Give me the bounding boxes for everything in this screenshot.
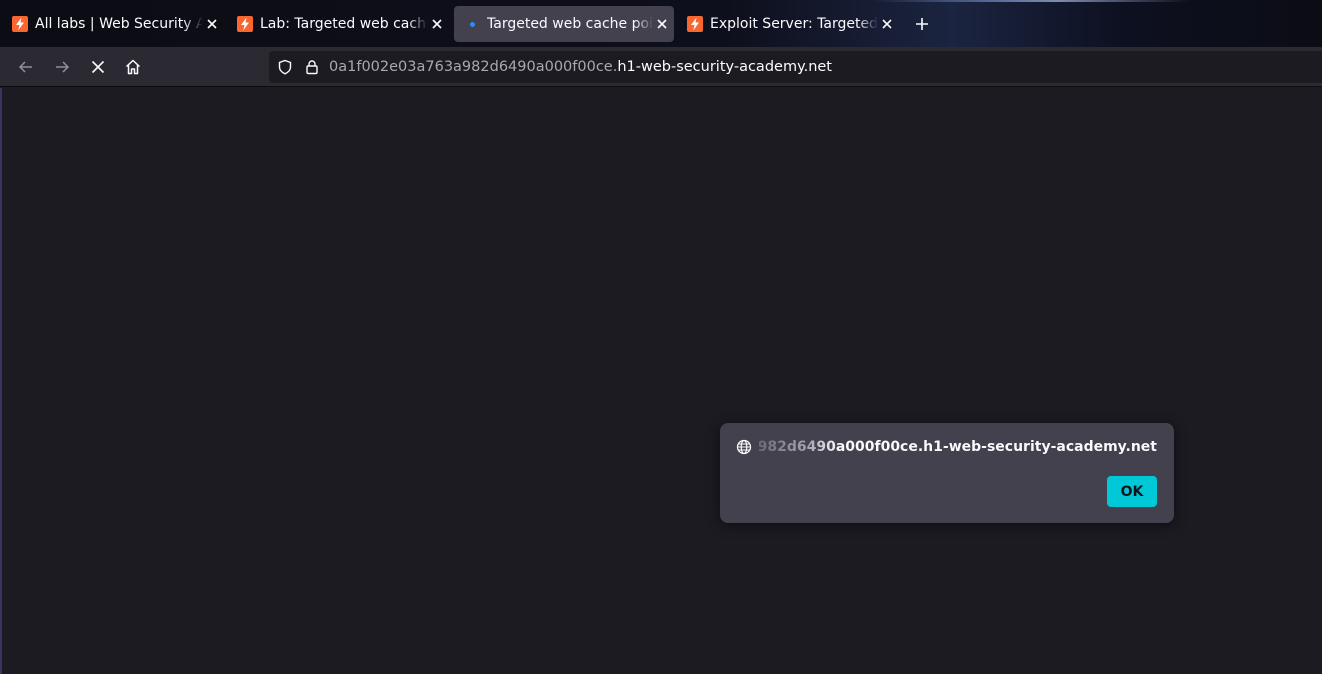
home-icon: [124, 58, 142, 76]
page-content: [2, 88, 1322, 674]
portswigger-bolt-icon: [12, 16, 28, 32]
close-tab-icon[interactable]: [204, 16, 220, 32]
close-x-icon: [91, 60, 105, 74]
lock-icon[interactable]: [303, 58, 321, 76]
stop-loading-button[interactable]: [88, 57, 108, 77]
home-button[interactable]: [123, 57, 143, 77]
tab-exploit-server[interactable]: Exploit Server: Targeted web cache poiso…: [677, 6, 899, 42]
portswigger-bolt-icon: [237, 16, 253, 32]
close-tab-icon[interactable]: [879, 16, 895, 32]
navigation-toolbar: 0a1f002e03a763a982d6490a000f00ce.h1-web-…: [0, 47, 1322, 87]
close-tab-icon[interactable]: [654, 16, 670, 32]
tracking-protection-shield-icon[interactable]: [276, 58, 294, 76]
ok-button[interactable]: OK: [1107, 476, 1157, 507]
arrow-right-icon: [54, 59, 70, 75]
alert-dialog: 0a1f002e03a763a982d6490a000f00ce.h1-web-…: [720, 423, 1174, 523]
url-bar[interactable]: 0a1f002e03a763a982d6490a000f00ce.h1-web-…: [269, 51, 1322, 83]
dialog-origin-host: 0a1f002e03a763a982d6490a000f00ce.h1-web-…: [759, 439, 1157, 455]
url-domain: h1-web-security-academy.net: [617, 59, 832, 75]
tab-lab-targeted-cache[interactable]: Lab: Targeted web cache poisoning using …: [227, 6, 449, 42]
tab-all-labs[interactable]: All labs | Web Security Academy: [2, 6, 224, 42]
close-tab-icon[interactable]: [429, 16, 445, 32]
globe-icon: [736, 439, 752, 455]
tab-title: Targeted web cache poisoning: [487, 16, 654, 32]
back-button[interactable]: [16, 57, 36, 77]
plus-icon[interactable]: [912, 14, 932, 34]
tab-strip: All labs | Web Security Academy Lab: Tar…: [0, 0, 1322, 47]
tab-title: All labs | Web Security Academy: [35, 16, 203, 32]
dialog-header: 0a1f002e03a763a982d6490a000f00ce.h1-web-…: [736, 439, 1157, 455]
tab-title: Exploit Server: Targeted web cache poiso…: [710, 16, 878, 32]
tab-targeted-cache-poisoning[interactable]: Targeted web cache poisoning: [454, 6, 674, 42]
forward-button[interactable]: [52, 57, 72, 77]
portswigger-bolt-icon: [687, 16, 703, 32]
loading-dot-icon: [464, 16, 480, 32]
arrow-left-icon: [18, 59, 34, 75]
tab-title: Lab: Targeted web cache poisoning using …: [260, 16, 428, 32]
url-subdomain: 0a1f002e03a763a982d6490a000f00ce.: [329, 59, 618, 75]
url-text[interactable]: 0a1f002e03a763a982d6490a000f00ce.h1-web-…: [329, 59, 832, 75]
